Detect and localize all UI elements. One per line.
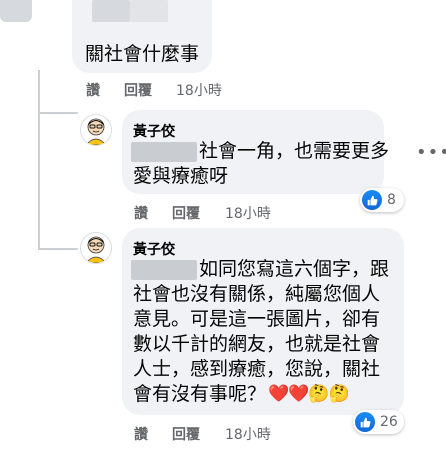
reply-text-line-1: 如同您寫這六個字，跟	[199, 258, 390, 280]
thumbs-up-icon	[362, 190, 382, 210]
thumbs-up-icon	[355, 412, 375, 432]
reply-text-line-2: 社會也沒有關係，純屬您個人	[133, 283, 381, 305]
reply-text-line-3: 意見。可是這一張圖片，卻有	[133, 308, 381, 330]
reaction-count: 8	[387, 192, 396, 208]
comment-text: 關社會什麼事	[85, 43, 200, 65]
reply-button[interactable]: 回覆	[172, 203, 200, 223]
avatar-face-icon	[85, 118, 107, 145]
author-name[interactable]: 黃子佼	[133, 121, 175, 141]
like-button[interactable]: 讚	[86, 80, 100, 100]
blurred-username-2	[130, 0, 168, 22]
blurred-avatar	[0, 0, 32, 22]
thread-line-branch-2	[38, 248, 78, 250]
reply-emojis: ❤️❤️🤔🤔	[268, 384, 350, 404]
reaction-summary[interactable]: 8	[360, 188, 404, 212]
like-button[interactable]: 讚	[134, 203, 148, 223]
reply-button[interactable]: 回覆	[124, 80, 152, 100]
reaction-summary[interactable]: 26	[353, 410, 404, 434]
avatar-face-icon	[85, 236, 107, 263]
avatar[interactable]	[80, 114, 112, 146]
reply-text-line-1: 社會一角，也需要更多	[199, 140, 390, 162]
reaction-count: 26	[380, 414, 398, 430]
author-name[interactable]: 黃子佼	[133, 239, 175, 259]
thread-line-branch-1	[38, 112, 78, 114]
timestamp[interactable]: 18小時	[225, 203, 271, 223]
reply-text-line-4: 數以千計的網友，也就是社會	[133, 333, 381, 355]
timestamp[interactable]: 18小時	[225, 424, 271, 444]
reply-text-line-2: 愛與療癒呀	[133, 165, 229, 187]
blurred-mention	[131, 142, 197, 162]
reply-text-line-6: 會有沒有事呢？	[133, 383, 267, 405]
avatar[interactable]	[80, 232, 112, 264]
like-button[interactable]: 讚	[134, 424, 148, 444]
thread-line-vertical	[38, 70, 40, 250]
timestamp[interactable]: 18小時	[176, 80, 222, 100]
reply-text-line-5: 人士，感到療癒，您說，關社	[133, 358, 381, 380]
blurred-mention	[131, 260, 197, 280]
blurred-username	[92, 0, 130, 22]
reply-button[interactable]: 回覆	[172, 424, 200, 444]
more-options-icon[interactable]: •••	[416, 142, 446, 163]
